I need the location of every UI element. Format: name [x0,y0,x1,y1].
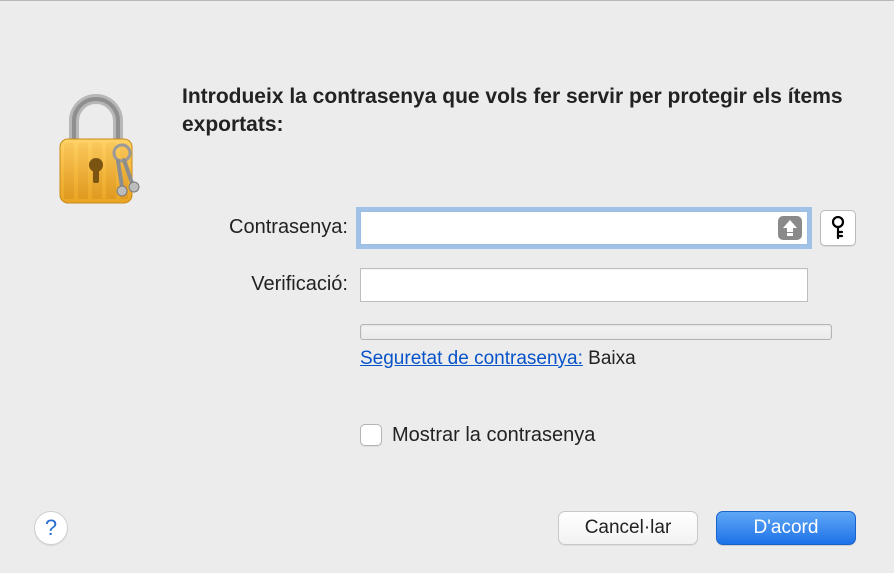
password-label: Contrasenya: [182,216,360,239]
export-password-dialog: Introdueix la contrasenya que vols fer s… [0,1,894,573]
show-password-checkbox[interactable] [360,424,382,446]
caps-lock-icon [778,216,802,240]
help-icon: ? [45,515,57,541]
dialog-heading: Introdueix la contrasenya que vols fer s… [182,83,856,140]
password-strength-link[interactable]: Seguretat de contrasenya: [360,348,583,369]
help-button[interactable]: ? [34,511,68,545]
verify-row: Verificació: [182,268,856,302]
show-password-label: Mostrar la contrasenya [392,424,595,447]
verify-input[interactable] [360,268,808,302]
key-icon [830,216,846,240]
lock-icon [52,85,132,215]
password-strength-value: Baixa [588,348,636,369]
password-input[interactable] [360,211,808,245]
verify-label: Verificació: [182,273,360,296]
ok-button[interactable]: D'acord [716,511,856,545]
password-assistant-button[interactable] [820,210,856,246]
password-strength-label: Seguretat de contrasenya: Baixa [360,348,856,370]
password-row: Contrasenya: [182,210,856,246]
password-strength-meter [360,324,832,340]
cancel-button[interactable]: Cancel·lar [558,511,698,545]
